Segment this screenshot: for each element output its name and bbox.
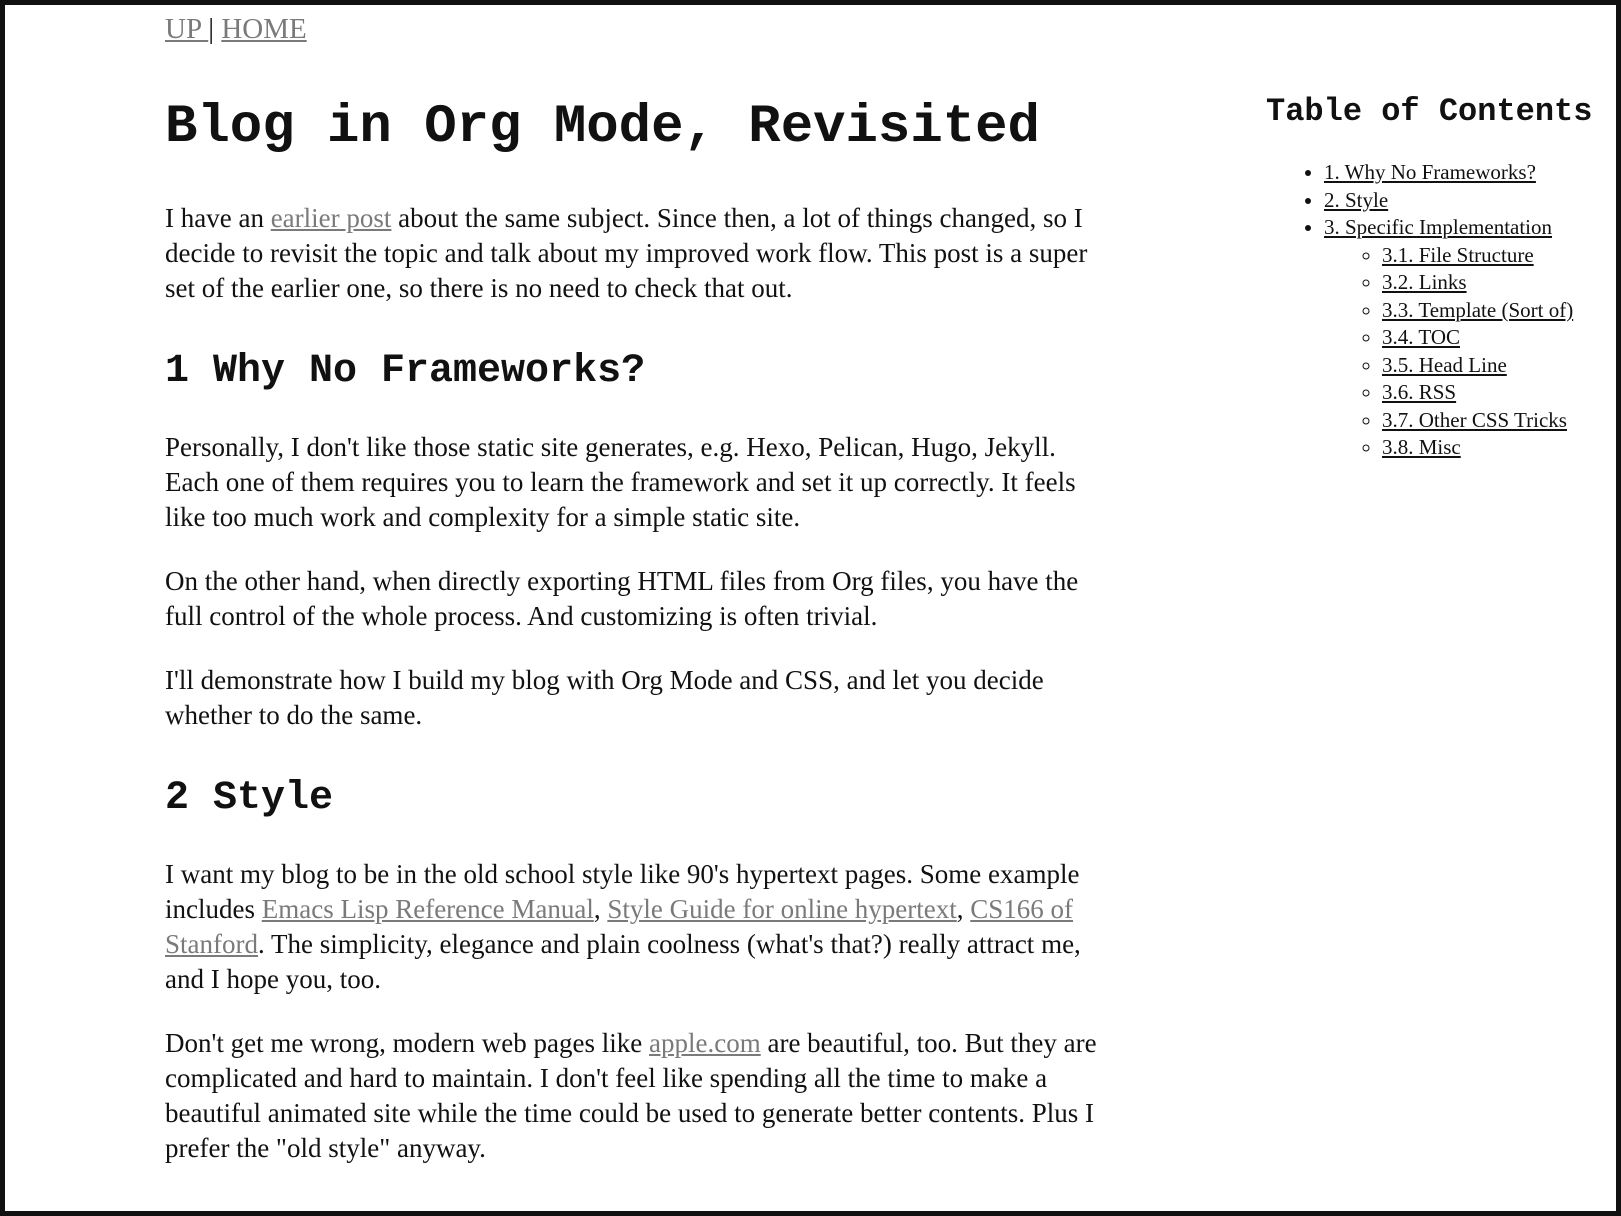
section1-paragraph-1: Personally, I don't like those static si… — [165, 432, 1076, 532]
top-nav: UP | HOME — [165, 13, 307, 46]
toc-subitem: 3.1. File Structure — [1382, 242, 1606, 270]
section2-paragraph-1: I want my blog to be in the old school s… — [165, 857, 1107, 997]
toc-sublist: 3.1. File Structure 3.2. Links 3.3. Temp… — [1324, 242, 1606, 462]
toc-item: 2. Style — [1324, 187, 1606, 215]
home-link[interactable]: HOME — [221, 13, 306, 45]
toc-link-file-structure[interactable]: 3.1. File Structure — [1382, 243, 1534, 267]
toc-link-other-css-tricks[interactable]: 3.7. Other CSS Tricks — [1382, 408, 1567, 432]
section1-paragraph-3: I'll demonstrate how I build my blog wit… — [165, 665, 1044, 730]
emacs-lisp-manual-link[interactable]: Emacs Lisp Reference Manual — [262, 894, 594, 924]
toc-subitem: 3.6. RSS — [1382, 379, 1606, 407]
toc-link-specific-implementation[interactable]: 3. Specific Implementation — [1324, 215, 1552, 239]
toc-item: 3. Specific Implementation 3.1. File Str… — [1324, 214, 1606, 462]
table-of-contents: Table of Contents 1. Why No Frameworks? … — [1266, 93, 1606, 462]
page-frame: UP | HOME Blog in Org Mode, Revisited I … — [0, 0, 1621, 1216]
toc-title: Table of Contents — [1266, 93, 1593, 130]
toc-subitem: 3.8. Misc — [1382, 434, 1606, 462]
toc-item: 1. Why No Frameworks? — [1324, 159, 1606, 187]
toc-subitem: 3.2. Links — [1382, 269, 1606, 297]
earlier-post-link[interactable]: earlier post — [271, 203, 392, 233]
toc-link-template[interactable]: 3.3. Template (Sort of) — [1382, 298, 1573, 322]
toc-link-head-line[interactable]: 3.5. Head Line — [1382, 353, 1507, 377]
intro-text-pre: I have an — [165, 203, 271, 233]
section2-p1-sep1: , — [593, 894, 608, 924]
section-heading-why-no-frameworks: 1 Why No Frameworks? — [165, 349, 646, 394]
section1-paragraph-2: On the other hand, when directly exporti… — [165, 566, 1079, 631]
toc-subitem: 3.5. Head Line — [1382, 352, 1606, 380]
section2-p2-pre: Don't get me wrong, modern web pages lik… — [165, 1028, 649, 1058]
up-link[interactable]: UP — [165, 13, 208, 45]
section2-p1-post: . The simplicity, elegance and plain coo… — [165, 929, 1081, 994]
toc-subitem: 3.7. Other CSS Tricks — [1382, 407, 1606, 435]
main-content: Blog in Org Mode, Revisited I have an ea… — [165, 93, 1107, 1195]
section2-p1-sep2: , — [956, 894, 971, 924]
toc-link-why-no-frameworks[interactable]: 1. Why No Frameworks? — [1324, 160, 1536, 184]
style-guide-link[interactable]: Style Guide for online hypertext — [607, 894, 956, 924]
toc-list: 1. Why No Frameworks? 2. Style 3. Specif… — [1266, 159, 1606, 462]
page-title: Blog in Org Mode, Revisited — [165, 97, 1040, 158]
intro-paragraph: I have an earlier post about the same su… — [165, 201, 1107, 306]
apple-link[interactable]: apple.com — [649, 1028, 761, 1058]
section-heading-style: 2 Style — [165, 776, 334, 821]
section2-paragraph-2: Don't get me wrong, modern web pages lik… — [165, 1026, 1107, 1166]
toc-link-style[interactable]: 2. Style — [1324, 188, 1388, 212]
toc-link-toc[interactable]: 3.4. TOC — [1382, 325, 1460, 349]
toc-subitem: 3.4. TOC — [1382, 324, 1606, 352]
toc-subitem: 3.3. Template (Sort of) — [1382, 297, 1606, 325]
toc-link-rss[interactable]: 3.6. RSS — [1382, 380, 1456, 404]
nav-separator: | — [208, 13, 222, 45]
toc-link-links[interactable]: 3.2. Links — [1382, 270, 1467, 294]
toc-link-misc[interactable]: 3.8. Misc — [1382, 435, 1461, 459]
